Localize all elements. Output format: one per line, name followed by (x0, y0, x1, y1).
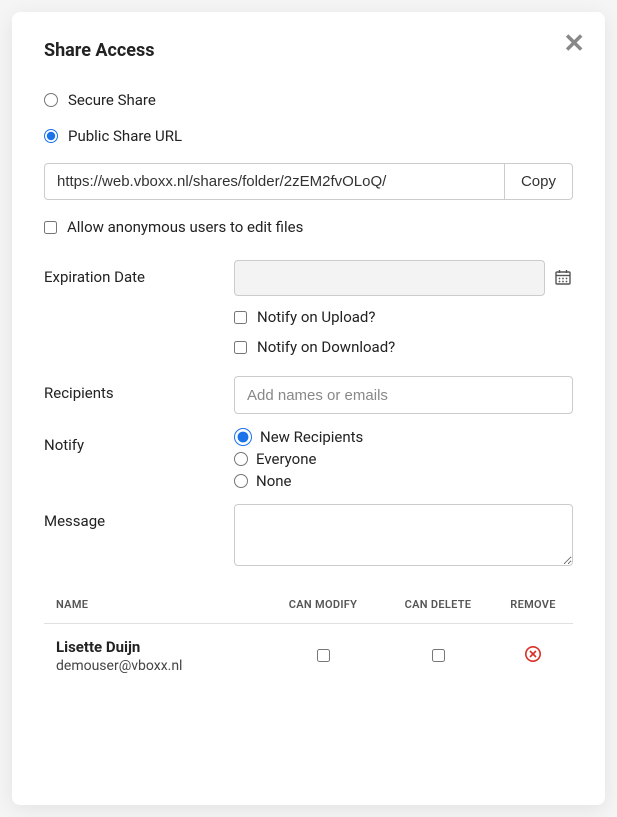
close-icon: ✕ (563, 28, 585, 58)
expiration-row: Expiration Date Notify on Upload? Notify… (44, 260, 573, 356)
notify-none-option[interactable]: None (234, 472, 573, 490)
notify-new-option[interactable]: New Recipients (234, 428, 573, 446)
notify-label: Notify (44, 428, 234, 454)
allow-anon-row[interactable]: Allow anonymous users to edit files (44, 218, 573, 236)
public-share-radio[interactable] (44, 129, 58, 143)
header-remove: REMOVE (493, 598, 573, 611)
notify-none-radio[interactable] (234, 474, 248, 488)
user-email: demouser@vboxx.nl (56, 658, 263, 674)
share-url-row: Copy (44, 163, 573, 200)
notify-everyone-label: Everyone (256, 450, 316, 468)
message-row: Message (44, 504, 573, 570)
message-textarea[interactable] (234, 504, 573, 566)
allow-anon-checkbox[interactable] (44, 221, 57, 234)
table-header: NAME CAN MODIFY CAN DELETE REMOVE (44, 590, 573, 624)
share-url-input[interactable] (44, 163, 505, 200)
expiration-date-input[interactable] (234, 260, 545, 296)
recipients-table: NAME CAN MODIFY CAN DELETE REMOVE Lisett… (44, 590, 573, 688)
can-delete-checkbox[interactable] (432, 649, 445, 662)
message-label: Message (44, 504, 234, 530)
recipients-input[interactable] (234, 376, 573, 414)
header-name: NAME (44, 598, 263, 611)
secure-share-label: Secure Share (68, 91, 156, 109)
recipients-row: Recipients (44, 376, 573, 414)
header-can-delete: CAN DELETE (383, 598, 493, 611)
expiration-label: Expiration Date (44, 260, 234, 286)
close-button[interactable]: ✕ (563, 30, 585, 56)
recipients-label: Recipients (44, 376, 234, 402)
table-row: Lisette Duijn demouser@vboxx.nl (44, 624, 573, 688)
can-modify-checkbox[interactable] (317, 649, 330, 662)
notify-row: Notify New Recipients Everyone None (44, 428, 573, 490)
notify-download-label: Notify on Download? (257, 338, 395, 356)
public-share-label: Public Share URL (68, 127, 182, 145)
user-name: Lisette Duijn (56, 638, 263, 656)
secure-share-option[interactable]: Secure Share (44, 91, 573, 109)
public-share-option[interactable]: Public Share URL (44, 127, 573, 145)
notify-everyone-radio[interactable] (234, 452, 248, 466)
notify-new-radio[interactable] (234, 428, 252, 446)
copy-button[interactable]: Copy (505, 163, 573, 200)
notify-everyone-option[interactable]: Everyone (234, 450, 573, 468)
remove-icon[interactable] (524, 645, 542, 663)
secure-share-radio[interactable] (44, 93, 58, 107)
allow-anon-label: Allow anonymous users to edit files (67, 218, 303, 236)
share-access-modal: ✕ Share Access Secure Share Public Share… (12, 12, 605, 805)
notify-download-row[interactable]: Notify on Download? (234, 338, 573, 356)
notify-upload-label: Notify on Upload? (257, 308, 375, 326)
notify-upload-checkbox[interactable] (234, 311, 247, 324)
notify-none-label: None (256, 472, 292, 490)
notify-download-checkbox[interactable] (234, 341, 247, 354)
calendar-icon[interactable] (555, 269, 573, 287)
notify-new-label: New Recipients (260, 428, 363, 446)
notify-upload-row[interactable]: Notify on Upload? (234, 308, 573, 326)
modal-title: Share Access (44, 40, 573, 61)
header-can-modify: CAN MODIFY (263, 598, 383, 611)
